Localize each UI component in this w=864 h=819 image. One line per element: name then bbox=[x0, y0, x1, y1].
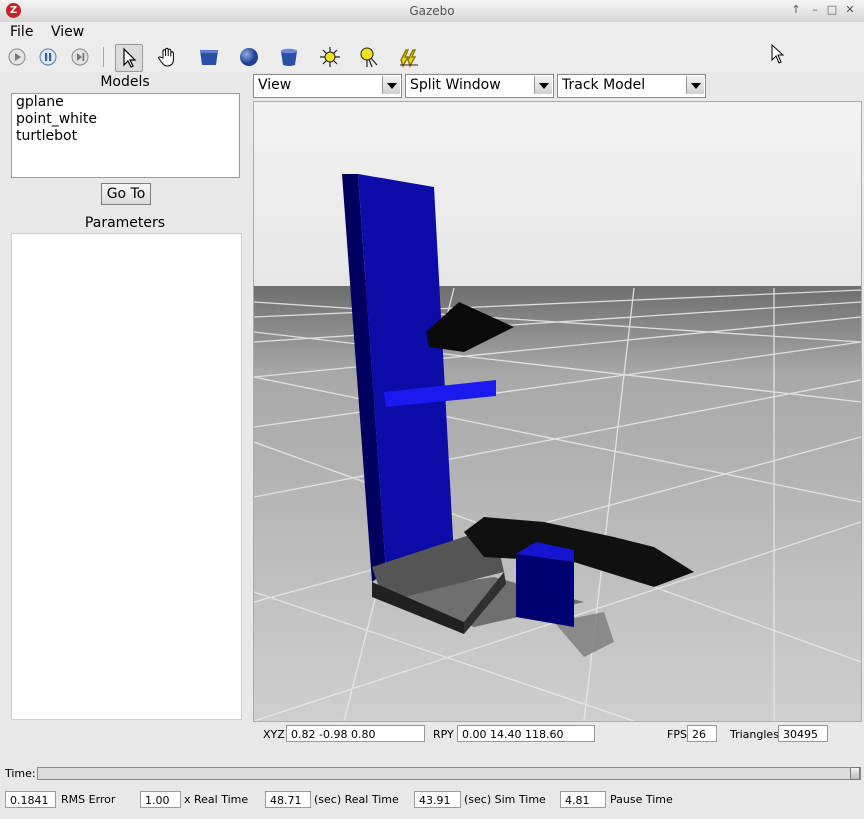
real-time-label: (sec) Real Time bbox=[314, 793, 399, 806]
left-panel: Models gplane point_white turtlebot Go T… bbox=[0, 72, 250, 722]
maximize-icon[interactable]: □ bbox=[825, 3, 839, 17]
parameters-label: Parameters bbox=[84, 215, 166, 231]
toolbar bbox=[0, 42, 864, 72]
title-bar: Z Gazebo ↑ – □ ✕ bbox=[0, 0, 864, 23]
parameters-panel[interactable] bbox=[11, 233, 242, 720]
close-icon[interactable]: ✕ bbox=[843, 3, 857, 17]
toolbar-separator bbox=[103, 47, 104, 67]
cylinder-icon[interactable] bbox=[277, 45, 301, 69]
mouse-cursor-icon bbox=[771, 43, 785, 67]
split-select-value: Split Window bbox=[410, 77, 501, 93]
go-to-button[interactable]: Go To bbox=[101, 183, 151, 205]
time-slider[interactable] bbox=[37, 767, 861, 780]
list-item[interactable]: gplane bbox=[12, 94, 239, 111]
time-slider-handle[interactable] bbox=[850, 767, 860, 780]
models-list[interactable]: gplane point_white turtlebot bbox=[11, 93, 240, 178]
rms-error-label: RMS Error bbox=[61, 793, 116, 806]
menu-bar: File View bbox=[0, 22, 864, 42]
pause-time-field[interactable]: 4.81 bbox=[560, 791, 606, 808]
step-icon[interactable] bbox=[68, 45, 92, 69]
pause-time-label: Pause Time bbox=[610, 793, 673, 806]
real-time-factor-field[interactable]: 1.00 bbox=[140, 791, 181, 808]
directional-light-icon[interactable] bbox=[397, 45, 421, 69]
sphere-icon[interactable] bbox=[237, 45, 261, 69]
time-label: Time: bbox=[5, 767, 36, 780]
window-title: Gazebo bbox=[409, 4, 455, 18]
fps-field[interactable]: 26 bbox=[687, 725, 717, 742]
triangles-field[interactable]: 30495 bbox=[778, 725, 828, 742]
triangles-label: Triangles bbox=[730, 728, 779, 741]
xyz-field[interactable]: 0.82 -0.98 0.80 bbox=[286, 725, 425, 742]
sim-time-field[interactable]: 43.91 bbox=[414, 791, 461, 808]
models-label: Models bbox=[100, 74, 150, 90]
select-arrow-icon[interactable] bbox=[115, 44, 143, 72]
rms-error-field[interactable]: 0.1841 bbox=[5, 791, 56, 808]
chevron-down-icon bbox=[686, 76, 704, 94]
xyz-label: XYZ bbox=[263, 728, 285, 741]
list-item[interactable]: point_white bbox=[12, 111, 239, 128]
spot-light-icon[interactable] bbox=[357, 45, 381, 69]
track-model-select[interactable]: Track Model bbox=[557, 74, 706, 98]
list-item[interactable]: turtlebot bbox=[12, 128, 239, 145]
rpy-label: RPY bbox=[433, 728, 454, 741]
rpy-field[interactable]: 0.00 14.40 118.60 bbox=[457, 725, 595, 742]
fps-label: FPS bbox=[667, 728, 687, 741]
hand-pan-icon[interactable] bbox=[156, 45, 180, 69]
sim-time-label: (sec) Sim Time bbox=[464, 793, 546, 806]
view-select-value: View bbox=[258, 77, 292, 93]
split-window-select[interactable]: Split Window bbox=[405, 74, 554, 98]
3d-viewport[interactable] bbox=[253, 101, 862, 722]
menu-view[interactable]: View bbox=[51, 24, 84, 40]
box-icon[interactable] bbox=[197, 45, 221, 69]
real-time-field[interactable]: 48.71 bbox=[265, 791, 311, 808]
ground-plane bbox=[254, 286, 861, 721]
keep-above-icon[interactable]: ↑ bbox=[789, 3, 803, 17]
minimize-icon[interactable]: – bbox=[808, 3, 822, 17]
view-select[interactable]: View bbox=[253, 74, 402, 98]
chevron-down-icon bbox=[534, 76, 552, 94]
real-time-factor-label: x Real Time bbox=[184, 793, 249, 806]
menu-file[interactable]: File bbox=[10, 24, 33, 40]
track-select-value: Track Model bbox=[562, 77, 646, 93]
point-light-icon[interactable] bbox=[318, 45, 342, 69]
play-icon[interactable] bbox=[5, 45, 29, 69]
chevron-down-icon bbox=[382, 76, 400, 94]
pause-icon[interactable] bbox=[36, 45, 60, 69]
